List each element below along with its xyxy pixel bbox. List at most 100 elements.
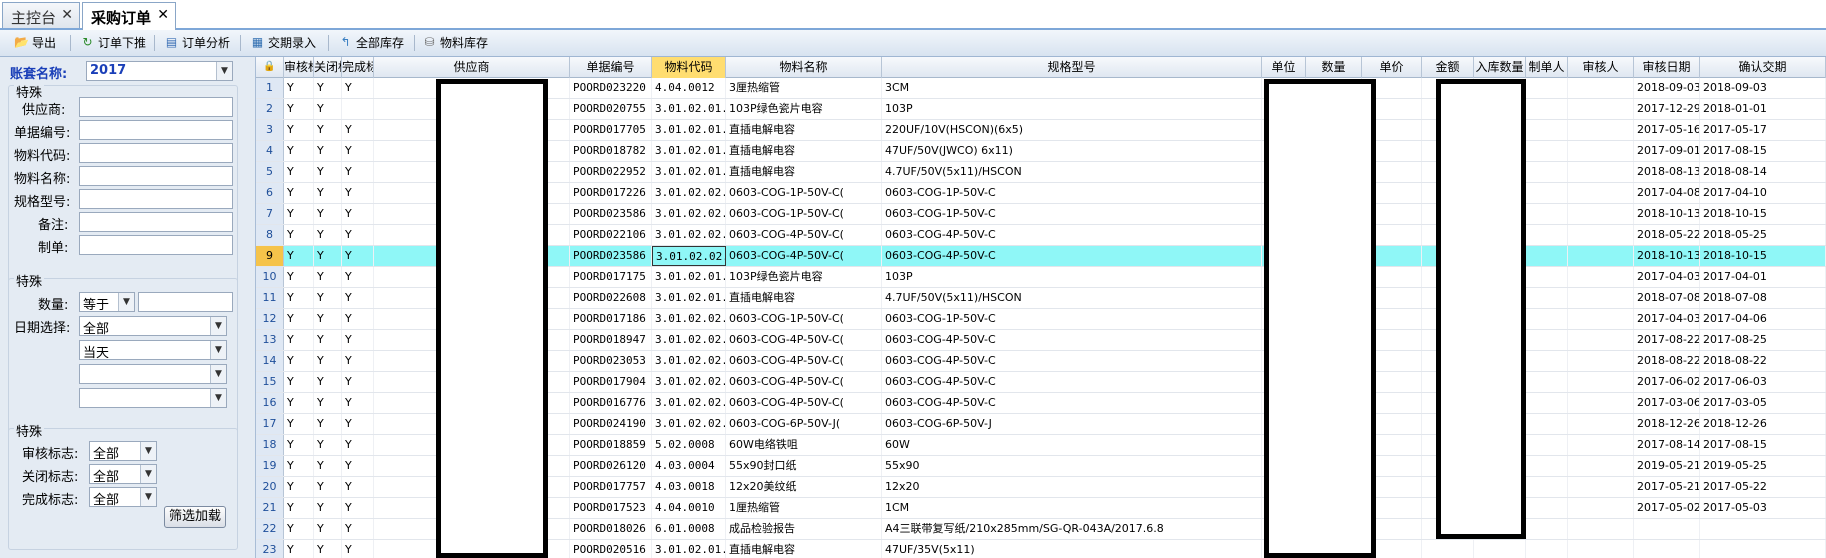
cell-row-number[interactable]: 2 <box>256 99 284 119</box>
cell-row-number[interactable]: 23 <box>256 540 284 558</box>
date-start-select[interactable]: ▼ <box>79 364 227 384</box>
filter-panel: 账套名称: 2017 ▼ 特殊 供应商: 单据编号: 物料代码: 物料名称: 规格… <box>0 57 256 558</box>
column-header-amount[interactable]: 金额 <box>1422 57 1474 78</box>
column-header-quantity[interactable]: 数量 <box>1306 57 1362 78</box>
cell-maker <box>1526 372 1568 392</box>
date-range-select[interactable]: 全部 ▼ <box>79 316 227 336</box>
cell-row-number[interactable]: 15 <box>256 372 284 392</box>
cell-row-number[interactable]: 19 <box>256 456 284 476</box>
tab-purchase-order[interactable]: 采购订单 ✕ <box>82 2 176 30</box>
cell-material-name: 直插电解电容 <box>726 288 882 308</box>
order-analysis-button[interactable]: ▤ 订单分析 <box>162 34 230 54</box>
column-header-audit-flag[interactable]: 审核标 <box>284 57 314 78</box>
cell-auditor <box>1568 393 1634 413</box>
qty-input[interactable] <box>138 292 233 312</box>
push-order-button[interactable]: ↻ 订单下推 <box>78 34 146 54</box>
column-header-spec-model[interactable]: 规格型号 <box>882 57 1262 78</box>
cell-maker <box>1526 78 1568 98</box>
cell-close-flag: Y <box>314 477 342 497</box>
cell-audit-flag: Y <box>284 183 314 203</box>
cell-row-number[interactable]: 16 <box>256 393 284 413</box>
material-stock-button[interactable]: ⛁ 物料库存 <box>420 34 488 54</box>
cell-row-number[interactable]: 3 <box>256 120 284 140</box>
cell-audit-flag: Y <box>284 351 314 371</box>
column-header-received-qty[interactable]: 入库数量 <box>1474 57 1526 78</box>
account-select[interactable]: 2017 ▼ <box>86 61 233 81</box>
qty-operator-select[interactable]: 等于 ▼ <box>79 292 135 312</box>
column-header-complete-flag[interactable]: 完成标 <box>342 57 374 78</box>
column-header-delivery-date[interactable]: 确认交期 <box>1700 57 1826 78</box>
cell-audit-date: 2017-06-02 <box>1634 372 1700 392</box>
column-header-doc-number[interactable]: 单据编号 <box>570 57 652 78</box>
close-icon[interactable]: ✕ <box>157 7 169 23</box>
date-day-select[interactable]: 当天 ▼ <box>79 340 227 360</box>
cell-row-number[interactable]: 4 <box>256 141 284 161</box>
cell-complete-flag: Y <box>342 288 374 308</box>
cell-row-number[interactable]: 11 <box>256 288 284 308</box>
supplier-input[interactable] <box>79 97 233 117</box>
date-end-select[interactable]: ▼ <box>79 388 227 408</box>
cell-doc-number: POORD018782 <box>570 141 652 161</box>
cell-row-number[interactable]: 6 <box>256 183 284 203</box>
cell-audit-date: 2017-03-06 <box>1634 393 1700 413</box>
docno-input[interactable] <box>79 120 233 140</box>
cell-spec-model: 47UF/50V(JWCO) 6x11) <box>882 141 1262 161</box>
cell-row-number[interactable]: 1 <box>256 78 284 98</box>
cell-material-name: 0603-COG-4P-50V-C( <box>726 372 882 392</box>
maker-input[interactable] <box>79 235 233 255</box>
cell-close-flag: Y <box>314 183 342 203</box>
toolbar-separator <box>240 35 241 51</box>
cell-row-number[interactable]: 22 <box>256 519 284 539</box>
cell-row-number[interactable]: 14 <box>256 351 284 371</box>
column-header-unit[interactable]: 单位 <box>1262 57 1306 78</box>
close-icon[interactable]: ✕ <box>61 7 73 23</box>
cell-row-number[interactable]: 13 <box>256 330 284 350</box>
cell-doc-number: POORD017705 <box>570 120 652 140</box>
cell-close-flag: Y <box>314 120 342 140</box>
cell-audit-flag: Y <box>284 498 314 518</box>
material-code-input[interactable] <box>79 143 233 163</box>
column-header-maker[interactable]: 制单人 <box>1526 57 1568 78</box>
cell-complete-flag: Y <box>342 330 374 350</box>
audit-flag-select[interactable]: 全部 ▼ <box>89 441 157 461</box>
cell-audit-date: 2017-04-03 <box>1634 267 1700 287</box>
close-flag-select[interactable]: 全部 ▼ <box>89 464 157 484</box>
export-button[interactable]: 📂 导出 <box>12 34 56 54</box>
cell-row-number[interactable]: 8 <box>256 225 284 245</box>
column-header-audit-date[interactable]: 审核日期 <box>1634 57 1700 78</box>
cell-row-number[interactable]: 17 <box>256 414 284 434</box>
cell-auditor <box>1568 246 1634 266</box>
tab-console[interactable]: 主控台 ✕ <box>2 2 80 28</box>
delivery-entry-button[interactable]: ▦ 交期录入 <box>248 34 316 54</box>
cell-row-number[interactable]: 20 <box>256 477 284 497</box>
filter-load-button[interactable]: 筛选加载 <box>164 506 226 528</box>
column-header-supplier[interactable]: 供应商 <box>374 57 570 78</box>
material-name-input[interactable] <box>79 166 233 186</box>
column-header-material-name[interactable]: 物料名称 <box>726 57 882 78</box>
cell-row-number[interactable]: 21 <box>256 498 284 518</box>
column-header-unit-price[interactable]: 单价 <box>1362 57 1422 78</box>
all-inventory-button[interactable]: ↰ 全部库存 <box>336 34 404 54</box>
cell-auditor <box>1568 435 1634 455</box>
cell-material-code: 3.01.02.02.01.01 <box>652 372 726 392</box>
cell-amount <box>1422 540 1474 558</box>
select-value: 等于 <box>83 298 110 312</box>
cell-row-number[interactable]: 5 <box>256 162 284 182</box>
cell-row-number[interactable]: 7 <box>256 204 284 224</box>
cell-spec-model: 12x20 <box>882 477 1262 497</box>
cell-delivery-date: 2018-01-01 <box>1700 99 1826 119</box>
cell-row-number[interactable]: 10 <box>256 267 284 287</box>
cell-complete-flag: Y <box>342 414 374 434</box>
cell-complete-flag: Y <box>342 120 374 140</box>
cell-row-number[interactable]: 9 <box>256 246 284 266</box>
cell-row-number[interactable]: 12 <box>256 309 284 329</box>
audit-flag-label: 审核标志: <box>22 447 79 462</box>
column-header-close-flag[interactable]: 关闭标 <box>314 57 342 78</box>
remark-input[interactable] <box>79 212 233 232</box>
cell-doc-number: POORD020516 <box>570 540 652 558</box>
column-header-material-code[interactable]: 物料代码 <box>652 57 726 78</box>
complete-flag-select[interactable]: 全部 ▼ <box>89 487 157 507</box>
spec-input[interactable] <box>79 189 233 209</box>
cell-row-number[interactable]: 18 <box>256 435 284 455</box>
column-header-auditor[interactable]: 审核人 <box>1568 57 1634 78</box>
